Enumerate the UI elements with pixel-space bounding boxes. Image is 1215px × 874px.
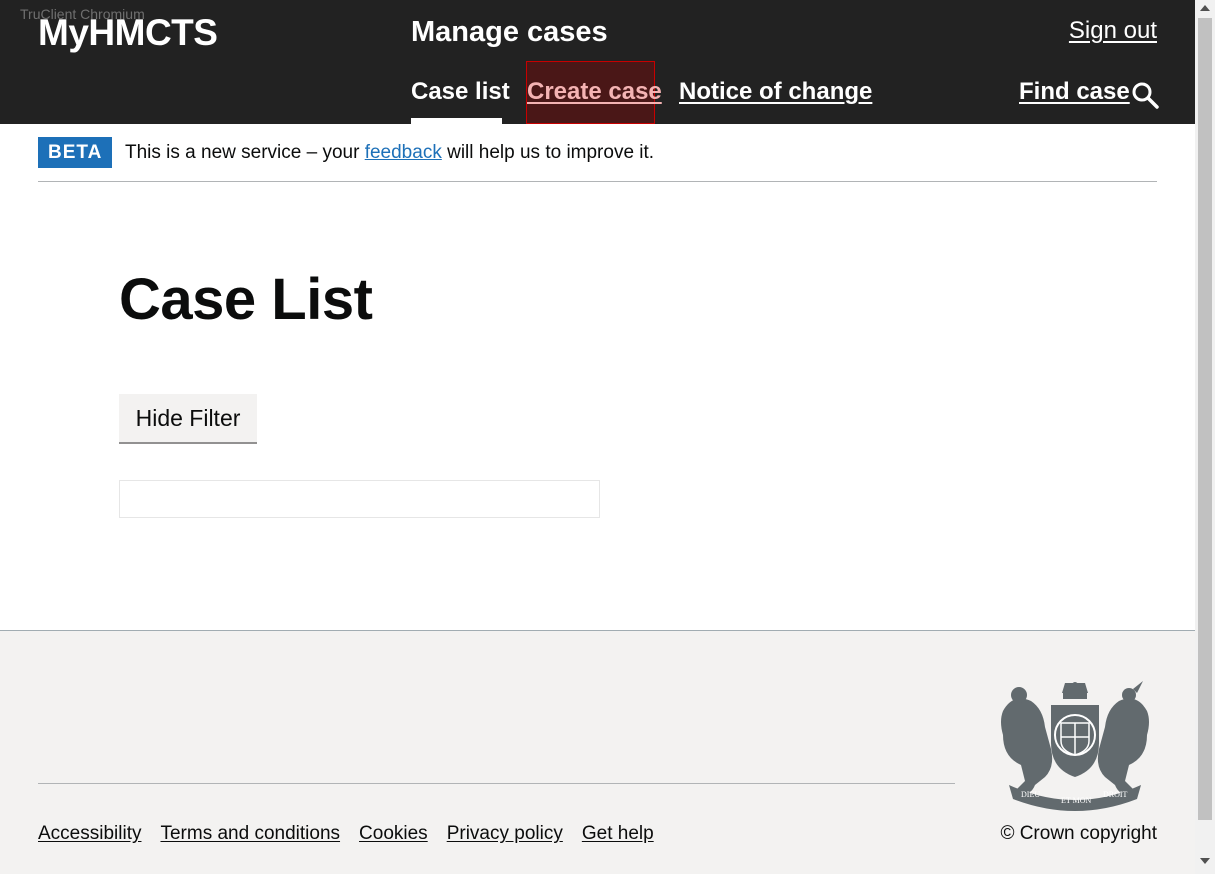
royal-coat-of-arms-icon: DIEU ET MON DROIT bbox=[1001, 681, 1149, 811]
header: TruClient Chromium MyHMCTS Manage cases … bbox=[0, 0, 1195, 124]
filter-panel bbox=[119, 480, 600, 518]
logo-link[interactable]: MyHMCTS bbox=[38, 12, 218, 54]
scroll-up-arrow-icon[interactable] bbox=[1200, 5, 1210, 11]
crown-copyright[interactable]: © Crown copyright bbox=[1000, 823, 1157, 845]
footer-link-cookies[interactable]: Cookies bbox=[359, 823, 428, 845]
feedback-link[interactable]: feedback bbox=[365, 142, 442, 163]
phase-banner: BETA This is a new service – your feedba… bbox=[38, 137, 1157, 182]
footer-divider bbox=[38, 783, 955, 784]
phase-text-after: will help us to improve it. bbox=[441, 142, 655, 163]
find-case-link[interactable]: Find case bbox=[1019, 78, 1130, 106]
sign-out-link[interactable]: Sign out bbox=[1069, 17, 1157, 45]
search-icon[interactable] bbox=[1131, 81, 1159, 109]
footer-link-accessibility[interactable]: Accessibility bbox=[38, 823, 141, 845]
beta-tag: BETA bbox=[38, 137, 113, 168]
footer-link-privacy[interactable]: Privacy policy bbox=[447, 823, 563, 845]
active-nav-indicator bbox=[411, 118, 502, 124]
phase-text-before: This is a new service – your bbox=[125, 142, 365, 163]
service-name: Manage cases bbox=[411, 16, 608, 48]
footer-link-terms[interactable]: Terms and conditions bbox=[160, 823, 340, 845]
nav-case-list[interactable]: Case list bbox=[411, 78, 510, 106]
phase-banner-text: This is a new service – your feedback wi… bbox=[125, 142, 654, 164]
footer: DIEU ET MON DROIT Accessibility Terms an… bbox=[0, 630, 1195, 874]
nav-create-case[interactable]: Create case bbox=[527, 78, 662, 106]
scroll-down-arrow-icon[interactable] bbox=[1200, 858, 1210, 864]
hide-filter-button[interactable]: Hide Filter bbox=[119, 394, 257, 442]
nav-notice-of-change[interactable]: Notice of change bbox=[679, 78, 872, 106]
vertical-scrollbar[interactable] bbox=[1195, 0, 1215, 874]
page-title: Case List bbox=[119, 267, 373, 332]
footer-link-get-help[interactable]: Get help bbox=[582, 823, 654, 845]
crest-motto-right: DROIT bbox=[1103, 790, 1128, 799]
scrollbar-thumb[interactable] bbox=[1198, 18, 1212, 820]
footer-links: Accessibility Terms and conditions Cooki… bbox=[38, 823, 654, 845]
crest-motto-mid: ET MON bbox=[1061, 796, 1092, 805]
page: TruClient Chromium MyHMCTS Manage cases … bbox=[0, 0, 1195, 874]
crest-motto-left: DIEU bbox=[1021, 790, 1040, 799]
